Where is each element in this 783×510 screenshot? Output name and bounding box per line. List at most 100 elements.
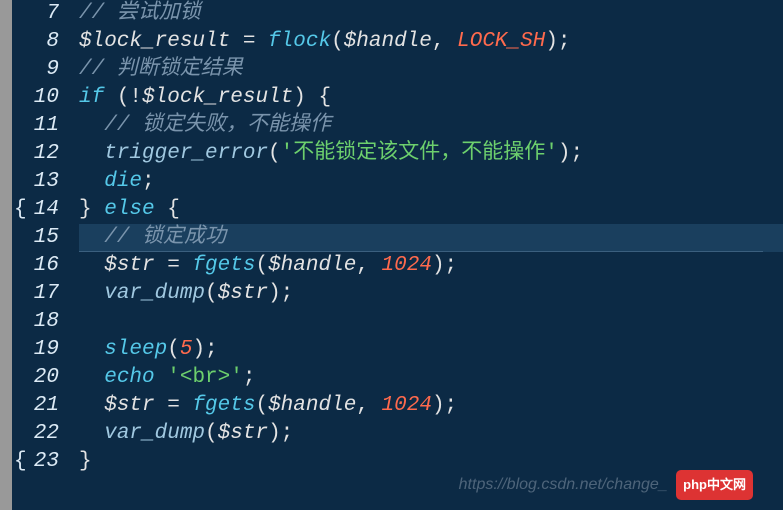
token-number: 1024: [382, 394, 432, 417]
code-line[interactable]: trigger_error('不能锁定该文件，不能操作');: [79, 140, 783, 168]
indent: [79, 282, 104, 305]
token-func: sleep: [104, 338, 167, 361]
line-number: 7: [12, 0, 59, 28]
code-line[interactable]: var_dump($str);: [79, 420, 783, 448]
token-punct: ,: [432, 30, 457, 53]
token-brace: }: [79, 198, 92, 221]
code-line[interactable]: echo '<br>';: [79, 364, 783, 392]
token-number: 1024: [382, 254, 432, 277]
token-punct: ;: [142, 170, 155, 193]
line-number: 8: [12, 28, 59, 56]
token-func: fgets: [192, 254, 255, 277]
token-punct: (: [331, 30, 344, 53]
watermark-logo: php中文网: [676, 470, 753, 500]
line-number: 13: [12, 168, 59, 196]
token-punct: (!: [104, 86, 142, 109]
token-punct: );: [268, 422, 293, 445]
indent: [79, 226, 104, 249]
indent: [79, 254, 104, 277]
token-punct: );: [192, 338, 217, 361]
line-number: 12: [12, 140, 59, 168]
token-brace: {: [318, 86, 331, 109]
indent: [79, 142, 104, 165]
token-var: $str: [218, 282, 268, 305]
left-stripe: [0, 0, 12, 510]
line-number: 10: [12, 84, 59, 112]
indent: [79, 394, 104, 417]
code-line[interactable]: } else {: [79, 196, 783, 224]
code-line[interactable]: var_dump($str);: [79, 280, 783, 308]
token-const: LOCK_SH: [457, 30, 545, 53]
token-string: '不能锁定该文件，不能操作': [281, 142, 558, 165]
token-keyword: echo: [104, 366, 154, 389]
code-area[interactable]: // 尝试加锁$lock_result = flock($handle, LOC…: [67, 0, 783, 510]
code-line[interactable]: // 尝试加锁: [79, 0, 783, 28]
token-string: '<br>': [167, 366, 243, 389]
token-comment: // 判断锁定结果: [79, 58, 243, 81]
token-punct: );: [432, 394, 457, 417]
token-comment: // 锁定失败，不能操作: [104, 114, 331, 137]
code-line[interactable]: $str = fgets($handle, 1024);: [79, 392, 783, 420]
indent: [79, 310, 104, 333]
line-number: 15: [12, 224, 59, 252]
token-keyword: else: [104, 198, 154, 221]
token-punct: [155, 366, 168, 389]
token-funcname: var_dump: [104, 422, 205, 445]
token-punct: (: [268, 142, 281, 165]
token-comment: // 锁定成功: [104, 226, 226, 249]
indent: [79, 422, 104, 445]
indent: [79, 338, 104, 361]
token-var: $handle: [268, 394, 356, 417]
token-punct: (: [255, 254, 268, 277]
token-brace: {: [167, 198, 180, 221]
token-var: $str: [218, 422, 268, 445]
token-var: $handle: [268, 254, 356, 277]
token-var: $lock_result: [142, 86, 293, 109]
gutter-fold-brace[interactable]: {: [14, 448, 27, 476]
line-number: 23{: [12, 448, 59, 476]
token-func: flock: [268, 30, 331, 53]
code-line[interactable]: // 锁定成功: [79, 224, 783, 252]
token-punct: =: [230, 30, 268, 53]
line-number: 17: [12, 280, 59, 308]
token-var: $str: [104, 394, 154, 417]
token-punct: (: [167, 338, 180, 361]
code-line[interactable]: // 判断锁定结果: [79, 56, 783, 84]
token-var: $handle: [344, 30, 432, 53]
token-punct: (: [205, 422, 218, 445]
line-number: 11: [12, 112, 59, 140]
token-punct: );: [432, 254, 457, 277]
token-punct: ): [293, 86, 318, 109]
token-keyword: die: [104, 170, 142, 193]
token-var: $str: [104, 254, 154, 277]
token-punct: ,: [356, 254, 381, 277]
indent: [79, 170, 104, 193]
token-funcname: trigger_error: [104, 142, 268, 165]
code-line[interactable]: $str = fgets($handle, 1024);: [79, 252, 783, 280]
line-number: 9: [12, 56, 59, 84]
token-punct: );: [268, 282, 293, 305]
indent: [79, 114, 104, 137]
token-punct: ,: [356, 394, 381, 417]
code-line[interactable]: if (!$lock_result) {: [79, 84, 783, 112]
line-number-gutter: 7891011121314{151617181920212223{: [12, 0, 67, 510]
line-number: 14{: [12, 196, 59, 224]
token-func: fgets: [192, 394, 255, 417]
code-line[interactable]: sleep(5);: [79, 336, 783, 364]
line-number: 16: [12, 252, 59, 280]
code-line[interactable]: // 锁定失败，不能操作: [79, 112, 783, 140]
token-comment: // 尝试加锁: [79, 2, 201, 25]
code-line[interactable]: $lock_result = flock($handle, LOCK_SH);: [79, 28, 783, 56]
token-number: 5: [180, 338, 193, 361]
token-punct: ;: [243, 366, 256, 389]
token-punct: (: [205, 282, 218, 305]
code-line[interactable]: [79, 308, 783, 336]
gutter-fold-brace[interactable]: {: [14, 196, 27, 224]
line-number: 19: [12, 336, 59, 364]
token-var: $lock_result: [79, 30, 230, 53]
token-punct: );: [545, 30, 570, 53]
code-line[interactable]: die;: [79, 168, 783, 196]
token-punct: (: [255, 394, 268, 417]
line-number: 18: [12, 308, 59, 336]
token-keyword: if: [79, 86, 104, 109]
